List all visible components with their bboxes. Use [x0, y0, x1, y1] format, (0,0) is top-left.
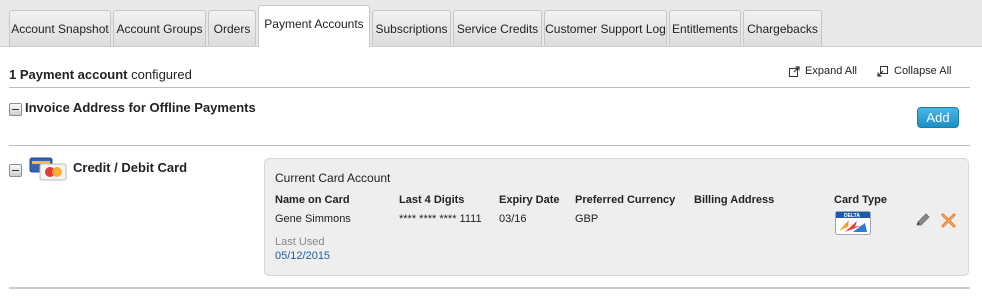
panel-title: Current Card Account	[275, 171, 391, 185]
header-billing-address: Billing Address	[694, 194, 775, 206]
collapse-all-label: Collapse All	[894, 65, 952, 77]
value-last-4-digits: **** **** **** 1111	[399, 213, 482, 225]
invoice-section-title: Invoice Address for Offline Payments	[25, 100, 256, 115]
expand-all-button[interactable]: Expand All	[789, 65, 857, 77]
tab-label: Customer Support Log	[545, 21, 666, 36]
tab-label: Payment Accounts	[264, 16, 364, 31]
tab-account-groups[interactable]: Account Groups	[113, 10, 206, 46]
expand-all-label: Expand All	[805, 65, 857, 77]
last-used-value: 05/12/2015	[275, 250, 331, 262]
invoice-collapse-toggle[interactable]	[9, 103, 22, 116]
header-name-on-card: Name on Card	[275, 194, 350, 206]
card-section-title: Credit / Debit Card	[73, 160, 188, 175]
tab-label: Entitlements	[671, 21, 739, 36]
card-collapse-toggle[interactable]	[9, 164, 22, 177]
summary-count: 1 Payment account	[9, 67, 128, 82]
tab-customer-support-log[interactable]: Customer Support Log	[544, 10, 667, 46]
delete-icon[interactable]	[941, 213, 956, 228]
tab-label: Service Credits	[456, 21, 539, 36]
summary-suffix: configured	[127, 67, 192, 82]
edit-icon[interactable]	[915, 212, 931, 228]
tab-entitlements[interactable]: Entitlements	[669, 10, 741, 46]
add-invoice-address-button[interactable]: Add	[917, 107, 959, 128]
divider	[9, 145, 970, 146]
divider	[9, 87, 970, 88]
tab-service-credits[interactable]: Service Credits	[453, 10, 542, 46]
tab-bar: Account Snapshot Account Groups Orders P…	[0, 0, 982, 47]
current-card-panel: Current Card Account Name on Card Last 4…	[264, 158, 969, 276]
tab-payment-accounts[interactable]: Payment Accounts	[258, 5, 370, 47]
header-card-type: Card Type	[834, 194, 887, 206]
collapse-all-button[interactable]: Collapse All	[877, 65, 951, 77]
tab-chargebacks[interactable]: Chargebacks	[743, 10, 822, 46]
last-used-label: Last Used	[275, 236, 325, 248]
tab-orders[interactable]: Orders	[208, 10, 256, 46]
credit-card-icon	[29, 157, 67, 181]
bottom-divider	[9, 287, 970, 289]
header-expiry-date: Expiry Date	[499, 194, 560, 206]
tab-label: Subscriptions	[375, 21, 448, 36]
collapse-icon	[877, 65, 888, 77]
delta-brand-text: DELTA	[844, 213, 860, 219]
tab-label: Account Groups	[116, 21, 203, 36]
header-last-4-digits: Last 4 Digits	[399, 194, 465, 206]
value-expiry-date: 03/16	[499, 213, 527, 225]
value-name-on-card: Gene Simmons	[275, 213, 351, 225]
tab-label: Account Snapshot	[11, 21, 109, 36]
value-preferred-currency: GBP	[575, 213, 599, 225]
header-preferred-currency: Preferred Currency	[575, 194, 676, 206]
expand-icon	[789, 65, 800, 77]
tab-subscriptions[interactable]: Subscriptions	[372, 10, 451, 46]
tab-label: Chargebacks	[747, 21, 818, 36]
payment-account-summary: 1 Payment account configured	[9, 67, 192, 82]
tab-label: Orders	[213, 21, 251, 36]
tab-account-snapshot[interactable]: Account Snapshot	[9, 10, 111, 46]
delta-card-icon: DELTA	[835, 211, 871, 235]
